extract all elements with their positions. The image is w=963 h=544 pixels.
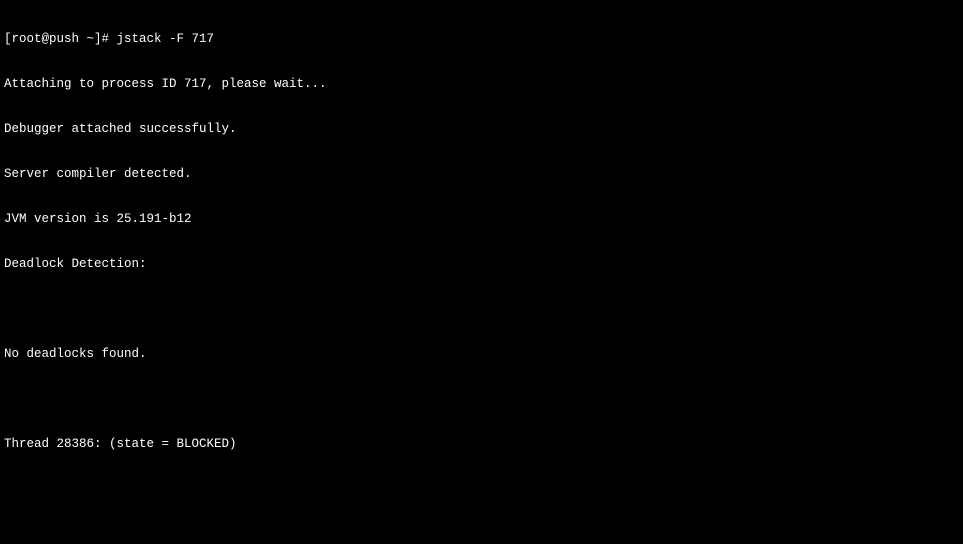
deadlock-header: Deadlock Detection:	[4, 257, 959, 272]
attach-message: Attaching to process ID 717, please wait…	[4, 77, 959, 92]
blank-line	[4, 302, 959, 317]
blank-line	[4, 527, 959, 542]
shell-prompt-line: [root@push ~]# jstack -F 717	[4, 32, 959, 47]
blank-line	[4, 482, 959, 497]
terminal-output: [root@push ~]# jstack -F 717 Attaching t…	[0, 0, 963, 544]
jvm-version: JVM version is 25.191-b12	[4, 212, 959, 227]
blank-line	[4, 392, 959, 407]
compiler-detected: Server compiler detected.	[4, 167, 959, 182]
deadlock-result: No deadlocks found.	[4, 347, 959, 362]
thread-header-1: Thread 28386: (state = BLOCKED)	[4, 437, 959, 452]
debugger-attached: Debugger attached successfully.	[4, 122, 959, 137]
